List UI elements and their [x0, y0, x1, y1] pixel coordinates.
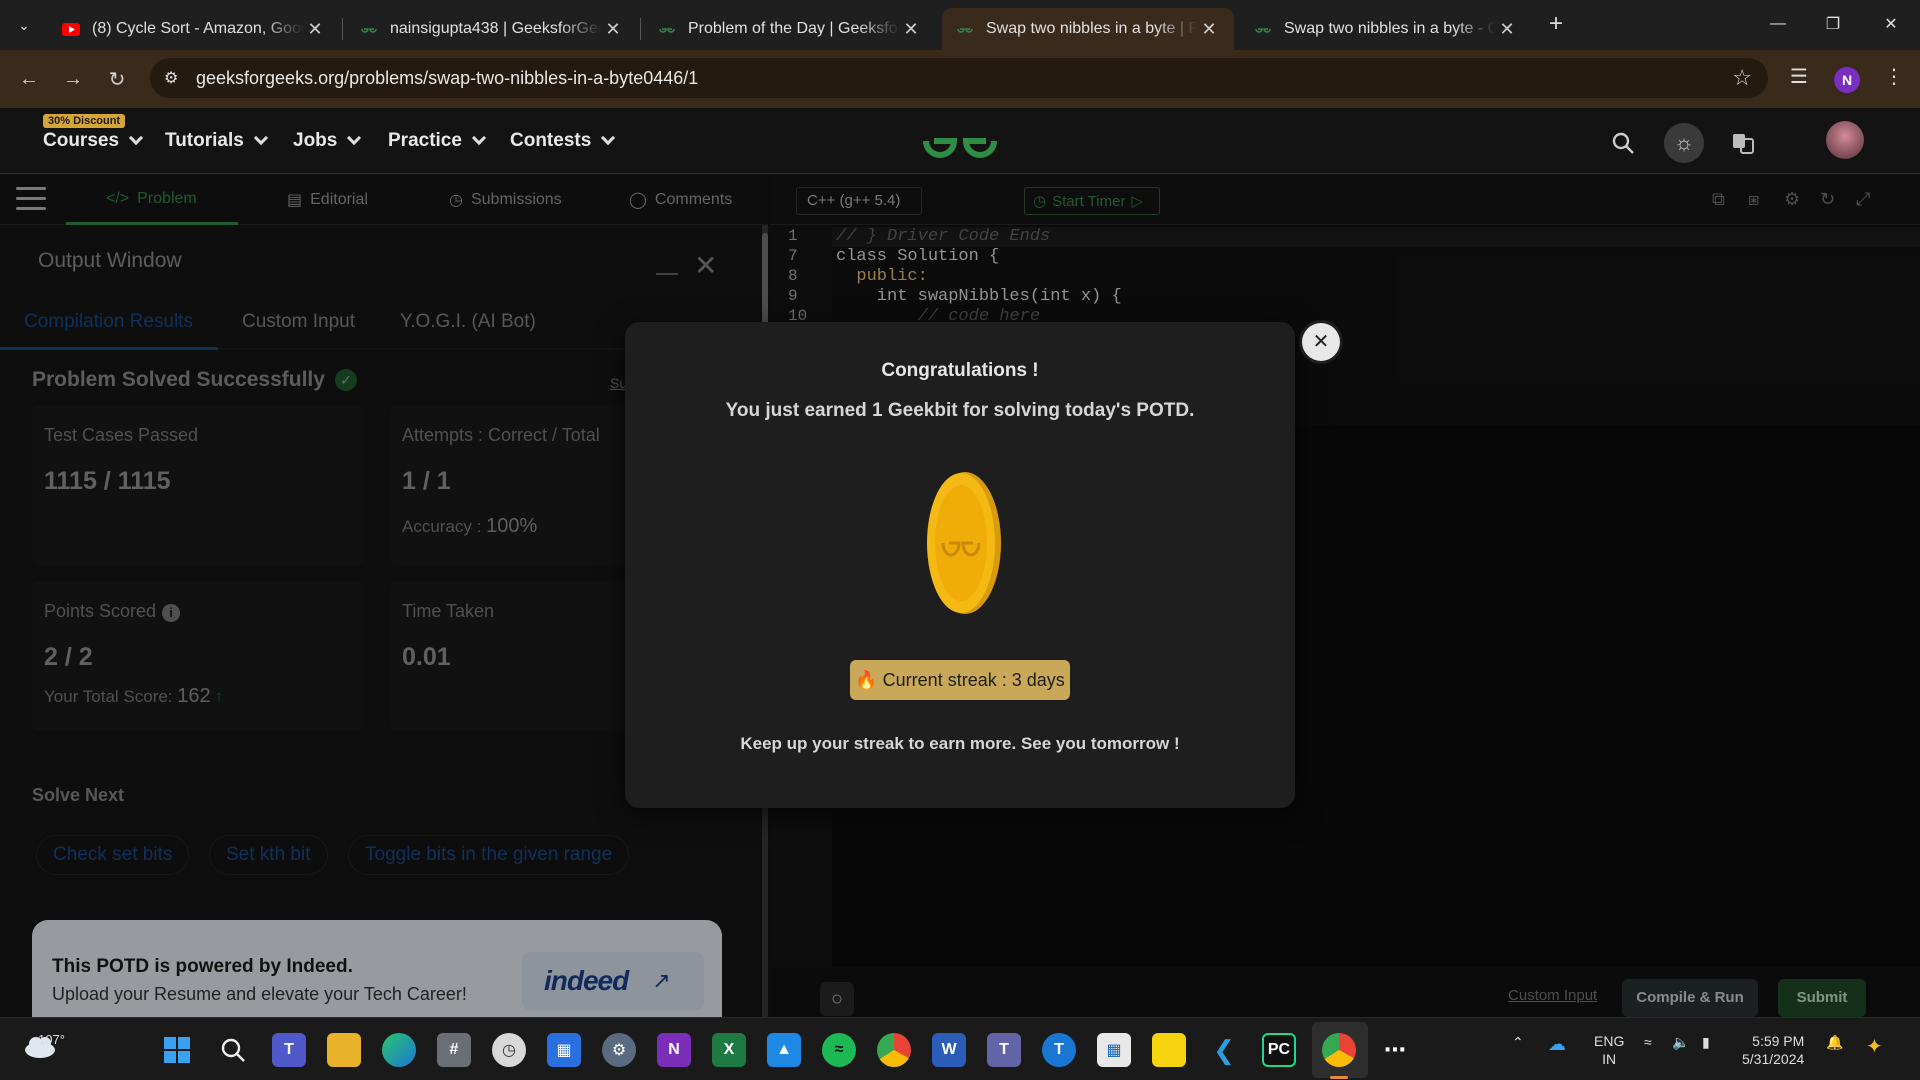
fire-icon: 🔥 — [855, 670, 878, 690]
chrome-profile-icon[interactable] — [1322, 1033, 1356, 1067]
gfg-icon — [658, 20, 676, 38]
close-tab-icon[interactable]: ✕ — [900, 19, 922, 40]
browser-tab-strip: ⌄ (8) Cycle Sort - Amazon, Google ✕ nain… — [0, 0, 1920, 50]
streak-badge: 🔥 Current streak : 3 days — [850, 660, 1070, 700]
minimize-window-icon[interactable]: — — [1755, 6, 1801, 42]
onenote-icon[interactable]: N — [657, 1033, 691, 1067]
profile-avatar[interactable]: N — [1834, 67, 1860, 93]
close-tab-icon[interactable]: ✕ — [602, 19, 624, 40]
gfg-logo[interactable] — [920, 118, 1000, 164]
settings-icon[interactable]: ⚙ — [602, 1033, 636, 1067]
close-tab-icon[interactable]: ✕ — [1198, 19, 1220, 40]
tab-title: nainsigupta438 | GeeksforGeeks — [390, 20, 602, 37]
gfg-icon — [1254, 20, 1272, 38]
onedrive-icon[interactable]: ☁ — [1548, 1034, 1566, 1055]
store-icon[interactable]: ▦ — [1097, 1033, 1131, 1067]
browser-tab[interactable]: Swap two nibbles in a byte - Ge ✕ — [1240, 8, 1532, 50]
tab-title: Swap two nibbles in a byte | Pra — [986, 20, 1198, 37]
close-window-icon[interactable]: ✕ — [1868, 6, 1914, 42]
sticky-notes-icon[interactable] — [1152, 1033, 1186, 1067]
calendar-icon[interactable]: ▦ — [547, 1033, 581, 1067]
back-icon[interactable]: ← — [14, 64, 44, 94]
show-hidden-icons[interactable]: ⌃ — [1512, 1034, 1524, 1051]
excel-icon[interactable]: X — [712, 1033, 746, 1067]
more-apps-icon[interactable]: ⋯ — [1378, 1033, 1412, 1067]
browser-tab[interactable]: Problem of the Day | GeeksforG ✕ — [644, 8, 936, 50]
search-icon[interactable] — [216, 1033, 250, 1067]
modal-footer-text: Keep up your streak to earn more. See yo… — [740, 734, 1180, 753]
chevron-down-icon — [347, 130, 362, 146]
calculator-icon[interactable]: # — [437, 1033, 471, 1067]
vscode-icon[interactable]: ❮ — [1207, 1033, 1241, 1067]
pycharm-icon[interactable]: PC — [1262, 1033, 1296, 1067]
tab-search-chevron-icon[interactable]: ⌄ — [8, 10, 40, 40]
congratulations-modal: Congratulations ! You just earned 1 Geek… — [625, 322, 1295, 808]
notification-bell-icon[interactable]: 🔔 — [1826, 1034, 1843, 1051]
gfg-icon — [956, 20, 974, 38]
browser-tab-active[interactable]: Swap two nibbles in a byte | Pra ✕ — [942, 8, 1234, 50]
gfg-icon — [360, 20, 378, 38]
url-bar[interactable]: ⚙ geeksforgeeks.org/problems/swap-two-ni… — [150, 58, 1768, 98]
teams-icon[interactable]: T — [272, 1033, 306, 1067]
volume-icon[interactable]: 🔈 — [1672, 1034, 1689, 1051]
browser-tab[interactable]: (8) Cycle Sort - Amazon, Google ✕ — [48, 8, 340, 50]
reload-icon[interactable]: ↻ — [102, 64, 132, 94]
wifi-icon[interactable]: ≈ — [1644, 1034, 1652, 1050]
chevron-down-icon — [253, 130, 268, 146]
menu-tutorials[interactable]: Tutorials — [165, 130, 268, 152]
browser-menu-icon[interactable]: ⋮ — [1884, 64, 1904, 89]
url-text: geeksforgeeks.org/problems/swap-two-nibb… — [196, 67, 699, 88]
forward-icon[interactable]: → — [58, 64, 88, 94]
menu-courses[interactable]: Courses — [43, 130, 144, 152]
spotify-icon[interactable]: ≈ — [822, 1033, 856, 1067]
modal-title: Congratulations ! — [881, 360, 1039, 381]
weather-temp: 107° — [38, 1032, 65, 1047]
theme-toggle-icon[interactable]: ☼ — [1664, 123, 1704, 163]
site-header: 30% Discount Courses Tutorials Jobs Prac… — [0, 108, 1920, 174]
chrome-icon[interactable] — [877, 1033, 911, 1067]
system-clock[interactable]: 5:59 PM 5/31/2024 — [1742, 1032, 1804, 1068]
edge-icon[interactable] — [382, 1033, 416, 1067]
photos-icon[interactable]: ▲ — [767, 1033, 801, 1067]
chevron-down-icon — [128, 130, 144, 146]
close-tab-icon[interactable]: ✕ — [304, 19, 326, 40]
tab-title: (8) Cycle Sort - Amazon, Google — [92, 20, 304, 37]
close-modal-icon[interactable]: ✕ — [1302, 323, 1340, 361]
menu-contests[interactable]: Contests — [510, 130, 616, 152]
menu-practice[interactable]: Practice — [388, 130, 487, 152]
menu-jobs[interactable]: Jobs — [293, 130, 362, 152]
discount-badge: 30% Discount — [43, 114, 126, 128]
youtube-icon — [62, 20, 80, 38]
windows-start-icon[interactable] — [160, 1033, 194, 1067]
site-info-icon[interactable]: ⚙ — [164, 68, 184, 88]
translate-icon[interactable] — [1726, 126, 1760, 160]
copilot-icon[interactable]: ✦ — [1866, 1034, 1883, 1059]
search-icon[interactable] — [1606, 126, 1640, 160]
restore-window-icon[interactable]: ❐ — [1810, 6, 1856, 42]
tab-title: Swap two nibbles in a byte - Ge — [1284, 20, 1496, 37]
browser-tab[interactable]: nainsigupta438 | GeeksforGeeks ✕ — [346, 8, 638, 50]
bookmark-star-icon[interactable]: ☆ — [1732, 65, 1752, 91]
chevron-down-icon — [471, 130, 487, 146]
tab-title: Problem of the Day | GeeksforG — [688, 20, 900, 37]
battery-icon[interactable]: ▮ — [1702, 1034, 1710, 1051]
clock-app-icon[interactable]: ◷ — [492, 1033, 526, 1067]
new-tab-button[interactable]: + — [1542, 10, 1570, 40]
teams-icon[interactable]: T — [987, 1033, 1021, 1067]
file-explorer-icon[interactable] — [327, 1033, 361, 1067]
address-bar-row: ← → ↻ ⚙ geeksforgeeks.org/problems/swap-… — [0, 50, 1920, 108]
geekbit-coin-icon — [927, 472, 1001, 614]
close-tab-icon[interactable]: ✕ — [1496, 19, 1518, 40]
app-t-icon[interactable]: T — [1042, 1033, 1076, 1067]
windows-taskbar: 107° T # ◷ ▦ ⚙ N X ▲ ≈ W T T ▦ ❮ PC ⋯ ⌃ … — [0, 1017, 1920, 1080]
language-indicator[interactable]: ENG IN — [1594, 1032, 1624, 1068]
modal-message: You just earned 1 Geekbit for solving to… — [725, 400, 1195, 421]
media-control-icon[interactable]: ☰ — [1790, 64, 1808, 89]
chevron-down-icon — [601, 130, 616, 146]
word-icon[interactable]: W — [932, 1033, 966, 1067]
user-avatar[interactable] — [1826, 121, 1864, 159]
